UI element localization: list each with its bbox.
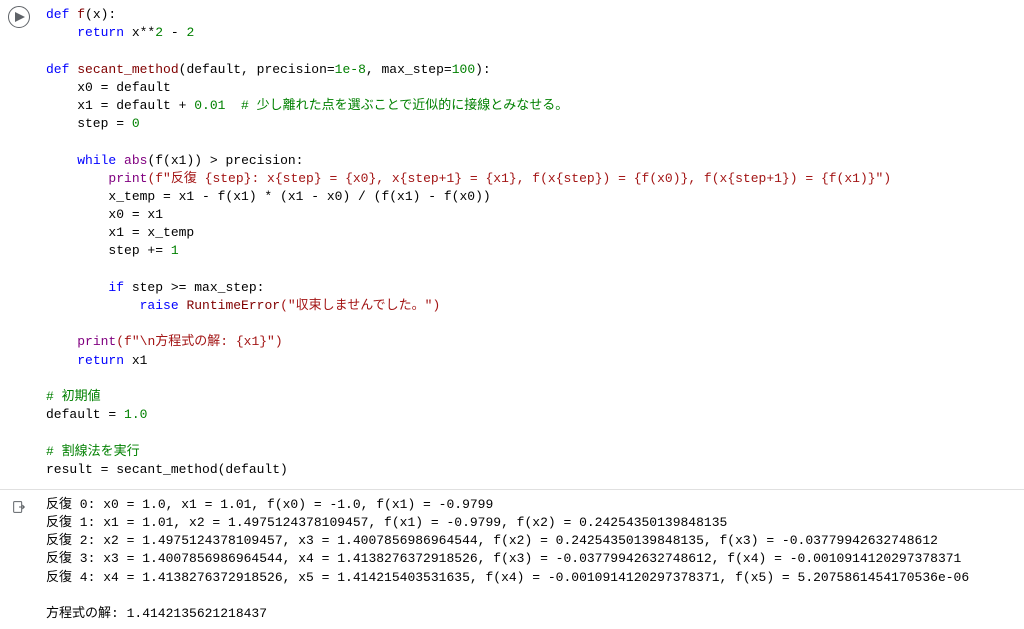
function-name: f [77,7,85,22]
code-cell: def f(x): return x**2 - 2 def secant_met… [0,0,1024,485]
output-text: 反復 0: x0 = 1.0, x1 = 1.01, f(x0) = -1.0,… [38,494,1024,625]
code-editor[interactable]: def f(x): return x**2 - 2 def secant_met… [38,4,1024,481]
play-icon [15,12,25,22]
output-gutter [0,494,38,625]
output-arrow-icon [11,499,27,515]
cell-gutter [0,4,38,481]
output-indicator[interactable] [8,496,30,518]
run-button[interactable] [8,6,30,28]
output-cell: 反復 0: x0 = 1.0, x1 = 1.01, f(x0) = -1.0,… [0,489,1024,629]
keyword-def: def [46,7,69,22]
